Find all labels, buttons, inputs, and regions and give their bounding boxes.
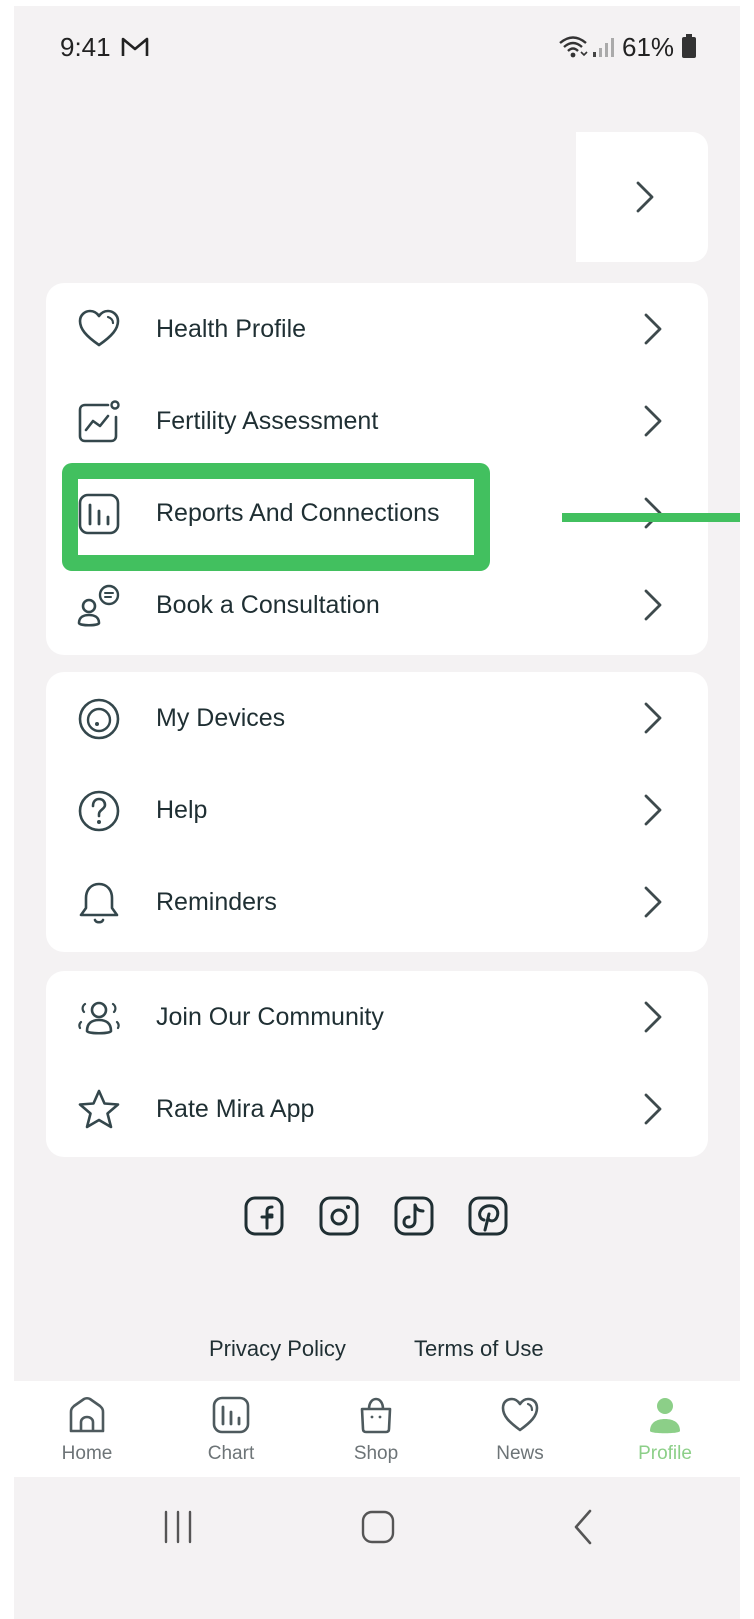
bottom-tab-bar: Home Chart Shop News Profile — [14, 1381, 740, 1477]
tab-news[interactable]: News — [460, 1381, 580, 1477]
gmail-icon — [121, 37, 149, 56]
tab-label: Home — [61, 1443, 113, 1464]
facebook-icon[interactable] — [244, 1196, 284, 1236]
bell-icon — [79, 882, 119, 924]
chevron-right-icon — [644, 313, 662, 345]
menu-item-label: Join Our Community — [156, 1003, 384, 1031]
menu-item-label: Reminders — [156, 888, 277, 916]
menu-item-health-profile[interactable]: Health Profile — [46, 283, 708, 375]
menu-item-reminders[interactable]: Reminders — [46, 856, 708, 948]
menu-group-community: Join Our Community Rate Mira App — [46, 971, 708, 1157]
system-navigation-bar — [14, 1477, 740, 1619]
wifi-icon — [559, 36, 588, 58]
home-button-icon[interactable] — [358, 1507, 398, 1547]
menu-item-rate-mira-app[interactable]: Rate Mira App — [46, 1063, 708, 1155]
community-icon — [78, 1001, 120, 1035]
heart-icon — [501, 1397, 539, 1432]
chevron-right-icon — [644, 702, 662, 734]
chart-icon — [212, 1396, 250, 1434]
tab-home[interactable]: Home — [27, 1381, 147, 1477]
menu-item-help[interactable]: Help — [46, 764, 708, 856]
instagram-icon[interactable] — [319, 1196, 359, 1236]
battery-icon — [682, 34, 696, 58]
profile-summary-card[interactable] — [576, 132, 708, 262]
consultation-icon — [77, 584, 120, 627]
highlight-arrow — [562, 513, 740, 522]
menu-item-label: Book a Consultation — [156, 591, 380, 619]
back-icon[interactable] — [564, 1507, 604, 1547]
menu-item-label: Health Profile — [156, 315, 307, 343]
profile-screen: 9:41 61% Health Profile Fertility Assess… — [14, 6, 740, 1619]
shop-bag-icon — [360, 1397, 392, 1434]
menu-item-label: My Devices — [156, 704, 286, 732]
heart-icon — [78, 309, 120, 347]
tab-label: Shop — [353, 1443, 399, 1464]
signal-icon — [593, 38, 614, 57]
menu-item-fertility-assessment[interactable]: Fertility Assessment — [46, 375, 708, 467]
tab-chart[interactable]: Chart — [171, 1381, 291, 1477]
menu-item-label: Help — [156, 796, 208, 824]
chevron-right-icon — [644, 1093, 662, 1125]
tab-label: Profile — [638, 1443, 692, 1464]
assessment-chart-icon — [78, 400, 120, 443]
chevron-right-icon — [644, 1001, 662, 1033]
help-icon — [78, 790, 120, 832]
menu-item-label: Fertility Assessment — [156, 407, 379, 435]
star-icon — [78, 1089, 120, 1129]
menu-item-join-our-community[interactable]: Join Our Community — [46, 971, 708, 1063]
chevron-right-icon — [644, 794, 662, 826]
tab-label: Chart — [207, 1443, 255, 1464]
menu-item-label: Rate Mira App — [156, 1095, 315, 1123]
privacy-policy-link[interactable]: Privacy Policy — [209, 1336, 346, 1362]
terms-of-use-link[interactable]: Terms of Use — [414, 1336, 544, 1362]
recent-apps-icon[interactable] — [158, 1507, 198, 1547]
tab-profile[interactable]: Profile — [605, 1381, 725, 1477]
tiktok-icon[interactable] — [394, 1196, 434, 1236]
chevron-right-icon — [644, 589, 662, 621]
highlight-box — [62, 463, 490, 571]
home-icon — [69, 1396, 105, 1433]
status-time: 9:41 — [60, 32, 111, 62]
chevron-right-icon — [636, 181, 654, 213]
pinterest-icon[interactable] — [468, 1196, 508, 1236]
menu-item-my-devices[interactable]: My Devices — [46, 672, 708, 764]
profile-icon — [650, 1398, 680, 1434]
menu-group-support: My Devices Help Reminders — [46, 672, 708, 952]
battery-percent: 61% — [622, 32, 675, 62]
device-icon — [78, 698, 120, 740]
chevron-right-icon — [644, 405, 662, 437]
menu-item-book-a-consultation[interactable]: Book a Consultation — [46, 559, 708, 651]
tab-label: News — [496, 1443, 544, 1464]
chevron-right-icon — [644, 886, 662, 918]
status-bar: 9:41 61% — [14, 6, 740, 78]
tab-shop[interactable]: Shop — [316, 1381, 436, 1477]
